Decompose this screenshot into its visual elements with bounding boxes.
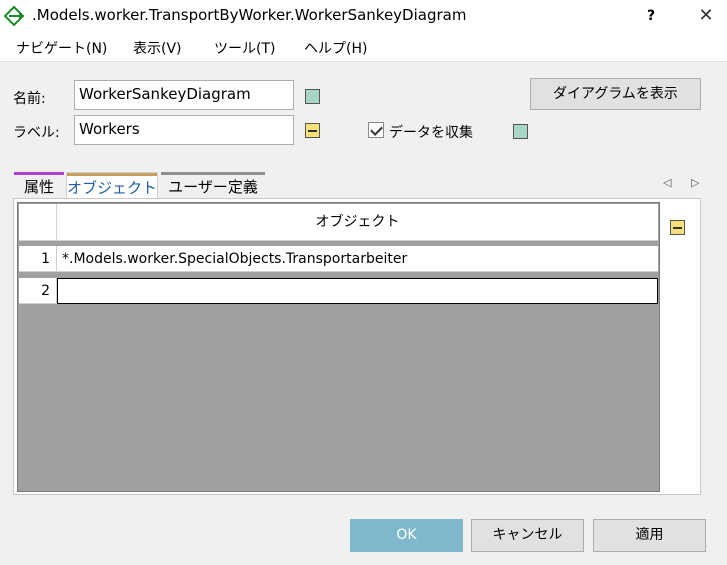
collect-data-indicator-icon[interactable]	[513, 124, 528, 139]
tab-attributes-label: 属性	[23, 178, 54, 196]
label-indicator-icon[interactable]	[305, 123, 320, 138]
app-diamond-icon	[3, 5, 25, 27]
tab-attributes[interactable]: 属性	[14, 172, 64, 198]
menu-view[interactable]: 表示(V)	[133, 38, 182, 58]
cancel-button[interactable]: キャンセル	[471, 519, 584, 552]
label-label: ラベル:	[13, 125, 60, 141]
name-indicator-icon[interactable]	[305, 89, 320, 104]
objects-indicator-icon[interactable]	[670, 220, 685, 235]
name-input[interactable]: WorkerSankeyDiagram	[74, 80, 294, 110]
menu-navigate[interactable]: ナビゲート(N)	[16, 38, 107, 58]
name-label: 名前:	[13, 91, 46, 107]
help-button[interactable]: ?	[638, 3, 664, 29]
title-bar: .Models.worker.TransportByWorker.WorkerS…	[0, 0, 727, 32]
menu-help[interactable]: ヘルプ(H)	[304, 38, 367, 58]
tab-user-defined-color-bar	[161, 172, 265, 175]
menu-bar: ナビゲート(N) 表示(V) ツール(T) ヘルプ(H)	[0, 32, 727, 62]
show-diagram-button[interactable]: ダイアグラムを表示	[530, 78, 701, 110]
grid-cell-selected[interactable]	[57, 278, 658, 304]
close-button[interactable]: ✕	[692, 3, 720, 29]
tab-objects-label: オブジェクト	[67, 179, 158, 197]
tab-objects-color-bar	[67, 173, 157, 176]
menu-tools[interactable]: ツール(T)	[214, 38, 275, 58]
window-title: .Models.worker.TransportByWorker.WorkerS…	[32, 6, 467, 24]
tab-user-defined-label: ユーザー定義	[168, 178, 258, 196]
grid-row-number[interactable]: 2	[19, 278, 57, 304]
tab-user-defined[interactable]: ユーザー定義	[161, 172, 265, 198]
grid-row-number[interactable]: 1	[19, 246, 57, 272]
collect-data-checkbox[interactable]	[368, 122, 384, 138]
collect-data-label: データを収集	[389, 125, 473, 141]
grid-corner-header[interactable]	[19, 204, 57, 241]
tab-objects[interactable]: オブジェクト	[66, 172, 158, 198]
tab-scroll-arrows-icon[interactable]: ◁ ▷	[663, 176, 707, 189]
label-input[interactable]: Workers	[74, 115, 294, 145]
grid-cell[interactable]: *.Models.worker.SpecialObjects.Transport…	[57, 246, 658, 272]
ok-button[interactable]: OK	[350, 519, 463, 552]
grid-column-header[interactable]: オブジェクト	[57, 204, 658, 241]
apply-button[interactable]: 適用	[593, 519, 706, 552]
tab-attributes-color-bar	[14, 172, 64, 175]
